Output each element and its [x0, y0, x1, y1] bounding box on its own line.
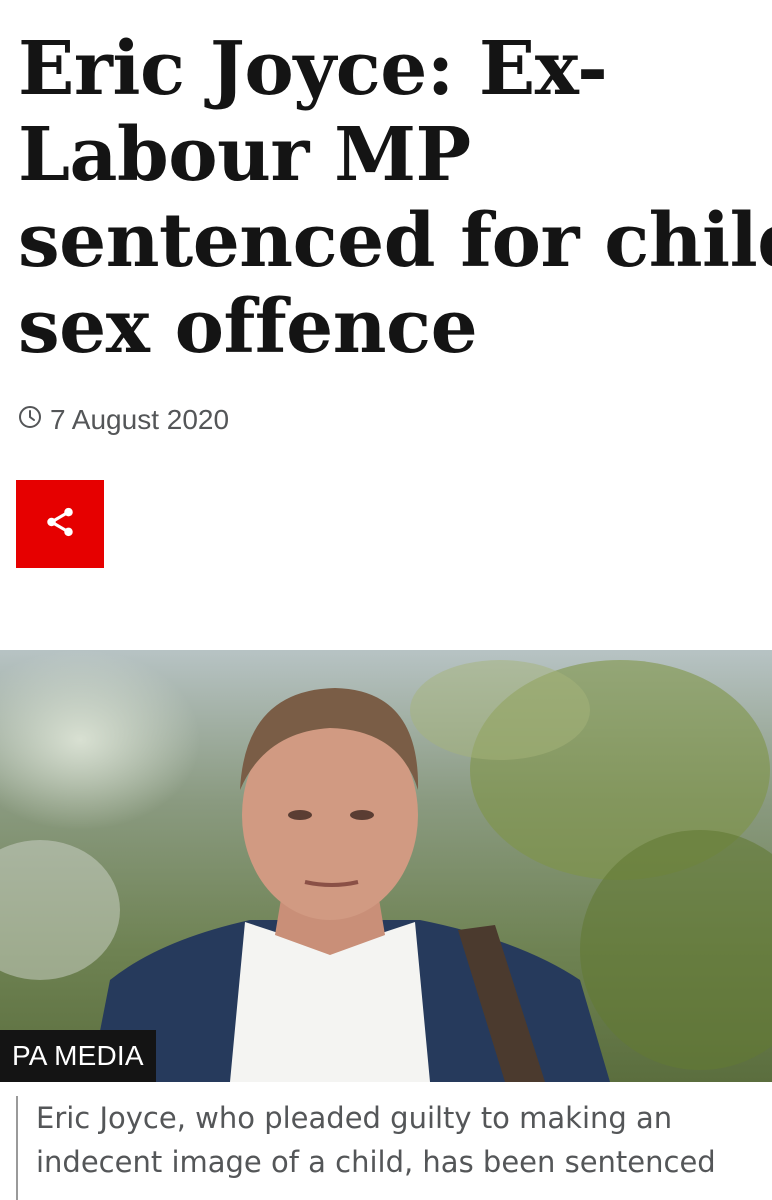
date-text: 7 August 2020 — [50, 404, 230, 435]
photo-of-man — [0, 650, 772, 1082]
share-icon — [43, 505, 77, 544]
share-button[interactable] — [16, 480, 104, 568]
caption-line: Eric Joyce, who pleaded guilty to making… — [36, 1101, 673, 1135]
image-caption: Eric Joyce, who pleaded guilty to making… — [16, 1096, 756, 1200]
headline-line: Labour MP — [18, 112, 471, 198]
article: Eric Joyce: Ex- Labour MP sentenced for … — [0, 0, 772, 1200]
headline-line: sentenced for child — [18, 198, 772, 284]
clock-icon — [18, 404, 42, 436]
image-credit: PA MEDIA — [0, 1030, 156, 1082]
caption-line: indecent image of a child, has been sent… — [36, 1145, 716, 1179]
lead-image — [0, 650, 772, 1082]
publish-date: 7 August 2020 — [18, 402, 229, 438]
headline-line: Eric Joyce: Ex- — [18, 26, 608, 112]
headline: Eric Joyce: Ex- Labour MP sentenced for … — [18, 26, 772, 370]
headline-line: sex offence — [18, 284, 478, 370]
